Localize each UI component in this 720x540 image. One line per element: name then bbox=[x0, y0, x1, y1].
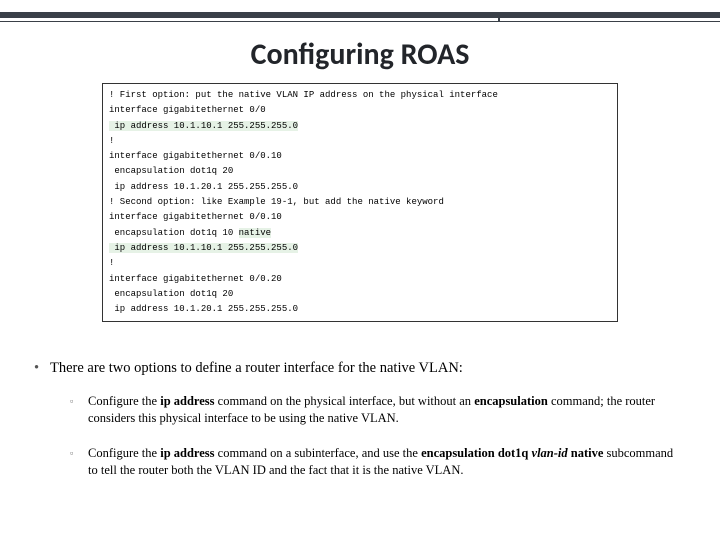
code-line: encapsulation dot1q 20 bbox=[109, 164, 611, 179]
slide-top-border bbox=[0, 0, 720, 26]
code-line: ! First option: put the native VLAN IP a… bbox=[109, 88, 611, 103]
bullet-sub: ▫ Configure the ip address command on a … bbox=[70, 445, 686, 479]
bullet-dot-icon: • bbox=[34, 360, 50, 377]
code-line: interface gigabitethernet 0/0.10 bbox=[109, 149, 611, 164]
bullet-main-text: There are two options to define a router… bbox=[50, 360, 463, 377]
slide-title: Configuring ROAS bbox=[0, 36, 720, 73]
bullet-sub-text: Configure the ip address command on the … bbox=[88, 393, 686, 427]
bullet-ring-icon: ▫ bbox=[70, 445, 88, 479]
bullet-ring-icon: ▫ bbox=[70, 393, 88, 427]
bullet-sub-text: Configure the ip address command on a su… bbox=[88, 445, 686, 479]
code-line: interface gigabitethernet 0/0.10 bbox=[109, 210, 611, 225]
code-line: ip address 10.1.10.1 255.255.255.0 bbox=[109, 119, 611, 134]
code-line: ip address 10.1.20.1 255.255.255.0 bbox=[109, 180, 611, 195]
code-line: interface gigabitethernet 0/0.20 bbox=[109, 272, 611, 287]
code-line: ! Second option: like Example 19-1, but … bbox=[109, 195, 611, 210]
bullet-main: • There are two options to define a rout… bbox=[34, 360, 686, 377]
code-line: ip address 10.1.10.1 255.255.255.0 bbox=[109, 241, 611, 256]
code-line: ! bbox=[109, 134, 611, 149]
code-line: ip address 10.1.20.1 255.255.255.0 bbox=[109, 302, 611, 317]
code-line: encapsulation dot1q 10 native bbox=[109, 226, 611, 241]
code-line: ! bbox=[109, 256, 611, 271]
bullet-sub: ▫ Configure the ip address command on th… bbox=[70, 393, 686, 427]
code-line: encapsulation dot1q 20 bbox=[109, 287, 611, 302]
code-example-box: ! First option: put the native VLAN IP a… bbox=[102, 83, 618, 322]
bullet-list: • There are two options to define a rout… bbox=[0, 360, 720, 479]
code-line: interface gigabitethernet 0/0 bbox=[109, 103, 611, 118]
